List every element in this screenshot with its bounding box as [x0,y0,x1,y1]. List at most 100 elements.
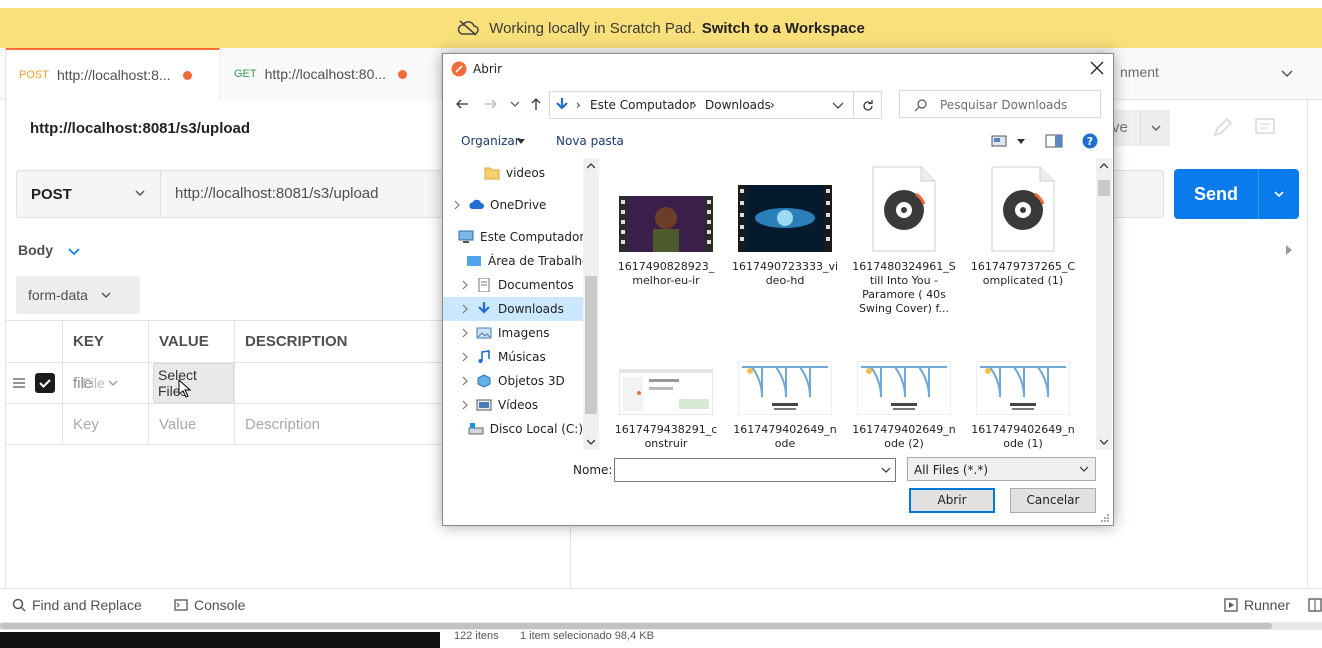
chevron-down-icon[interactable] [107,377,119,389]
forward-arrow-icon[interactable] [484,97,498,111]
request-title[interactable]: http://localhost:8081/s3/upload [30,120,250,137]
caret-right-icon[interactable] [1284,244,1294,256]
send-button[interactable]: Send [1174,169,1299,219]
url-input[interactable]: http://localhost:8081/s3/upload [175,185,378,202]
resize-grip-icon[interactable] [1100,513,1110,523]
scrollbar-thumb[interactable] [585,276,597,414]
refresh-button[interactable] [854,91,882,119]
breadcrumb-separator: › [692,98,697,112]
scrollbar-thumb[interactable] [1098,180,1110,196]
horizontal-scrollbar[interactable] [0,622,1322,630]
file-grid-scrollbar[interactable] [1096,158,1112,450]
close-icon[interactable] [1089,60,1105,76]
file-item[interactable]: 1617479402649_n ode (1) [965,360,1081,450]
back-arrow-icon[interactable] [455,97,469,111]
file-type-select[interactable]: All Files (*.*) [907,457,1096,481]
tree-item-computer[interactable]: Este Computador [443,225,583,249]
tree-item-local-disk[interactable]: Disco Local (C:) [443,417,583,441]
new-folder-button[interactable]: Nova pasta [556,134,624,148]
file-name: 1617479402649_n [971,423,1075,436]
chevron-right-icon[interactable] [460,352,470,362]
tree-item-3d-objects[interactable]: Objetos 3D [443,369,583,393]
help-icon[interactable]: ? [1082,133,1098,149]
chevron-right-icon[interactable] [460,424,462,434]
scroll-up-icon[interactable] [587,163,595,169]
chevron-right-icon[interactable] [460,280,470,290]
drag-handle-icon[interactable] [12,375,26,391]
value-input[interactable]: Value [148,404,234,444]
scroll-down-icon[interactable] [587,439,595,445]
type-selector[interactable]: File [82,375,105,391]
scroll-down-icon[interactable] [1100,439,1108,445]
send-options-button[interactable] [1259,187,1299,201]
play-icon [1224,598,1238,612]
runner-button[interactable]: Runner [1224,597,1290,613]
tree-scrollbar[interactable] [583,158,599,450]
file-item[interactable]: 1617490723333_vi deo-hd [727,185,843,288]
up-arrow-icon[interactable] [529,97,543,111]
file-item[interactable]: 1617479402649_n ode [727,360,843,450]
file-item[interactable]: 1617479402649_n ode (2) [846,360,962,450]
select-files-button[interactable]: Select Files [153,363,234,403]
tab-get-request[interactable]: GET http://localhost:80... [220,48,442,100]
file-item[interactable]: 1617480324961_S till Into You - Paramore… [846,166,962,316]
view-options-icon[interactable] [991,134,1007,148]
key-input[interactable]: Key [62,404,148,444]
console-button[interactable]: Console [174,597,245,613]
scrollbar-thumb[interactable] [0,623,1272,629]
file-item[interactable]: 1617479438291_c onstruir [608,368,724,450]
search-field[interactable]: Pesquisar Downloads [899,90,1101,118]
organize-menu[interactable]: Organizar [461,134,520,148]
pencil-icon[interactable] [1210,114,1236,140]
body-mode-selector[interactable]: form-data [16,276,140,314]
caret-down-icon[interactable] [517,139,525,145]
file-item[interactable]: 1617479737265_C omplicated (1) [965,166,1081,288]
tree-item-desktop[interactable]: Área de Trabalho [443,249,583,273]
preview-pane-icon[interactable] [1045,134,1063,148]
diagram-thumbnail [737,360,833,416]
recent-locations-icon[interactable] [510,100,520,108]
tree-item-onedrive[interactable]: OneDrive [443,193,583,217]
tree-item-videos-library[interactable]: Vídeos [443,393,583,417]
chevron-right-icon[interactable] [460,304,470,314]
file-name-input[interactable] [614,458,896,482]
key-cell[interactable]: file File [62,363,148,403]
tree-item-videos[interactable]: videos [443,161,583,185]
chevron-right-icon[interactable] [460,376,470,386]
cancel-button[interactable]: Cancelar [1010,488,1096,513]
file-name: Paramore ( 40s [862,288,946,301]
open-button[interactable]: Abrir [909,488,995,513]
chevron-down-icon[interactable] [832,102,844,110]
comment-icon[interactable] [1254,116,1276,138]
tree-item-downloads[interactable]: Downloads [443,297,583,321]
find-replace-button[interactable]: Find and Replace [12,597,142,613]
breadcrumb-item[interactable]: Este Computador [590,98,694,112]
chevron-right-icon[interactable] [460,328,470,338]
chevron-down-icon[interactable] [881,467,891,474]
column-header: KEY [62,321,148,362]
caret-down-icon[interactable] [1017,139,1025,145]
tree-item-documents[interactable]: Documentos [443,273,583,297]
chevron-down-icon[interactable] [1280,66,1294,80]
file-item[interactable]: 1617490828923_ melhor-eu-ir [608,196,724,288]
scroll-up-icon[interactable] [1100,163,1108,169]
table-row: Key Value Description [6,404,446,445]
switch-workspace-link[interactable]: Switch to a Workspace [702,20,865,37]
chevron-right-icon[interactable] [452,200,462,210]
row-enabled-checkbox[interactable] [35,373,55,393]
breadcrumb-item[interactable]: Downloads [705,98,771,112]
address-bar[interactable]: › Este Computador › Downloads › [549,91,854,119]
description-input[interactable]: Description [234,404,446,444]
two-pane-icon[interactable] [1308,598,1322,612]
tab-post-upload[interactable]: POST http://localhost:8... [5,48,220,100]
chevron-right-icon[interactable] [460,400,470,410]
method-selector[interactable]: POST [17,171,161,217]
tab-body[interactable]: Body [18,242,53,258]
tree-item-pictures[interactable]: Imagens [443,321,583,345]
environment-selector[interactable]: nment [1120,64,1159,80]
tree-item-music[interactable]: Músicas [443,345,583,369]
pane-border [1307,100,1308,588]
chevron-down-icon[interactable] [67,244,81,258]
save-options-button[interactable] [1140,110,1170,146]
description-cell[interactable] [234,363,446,403]
